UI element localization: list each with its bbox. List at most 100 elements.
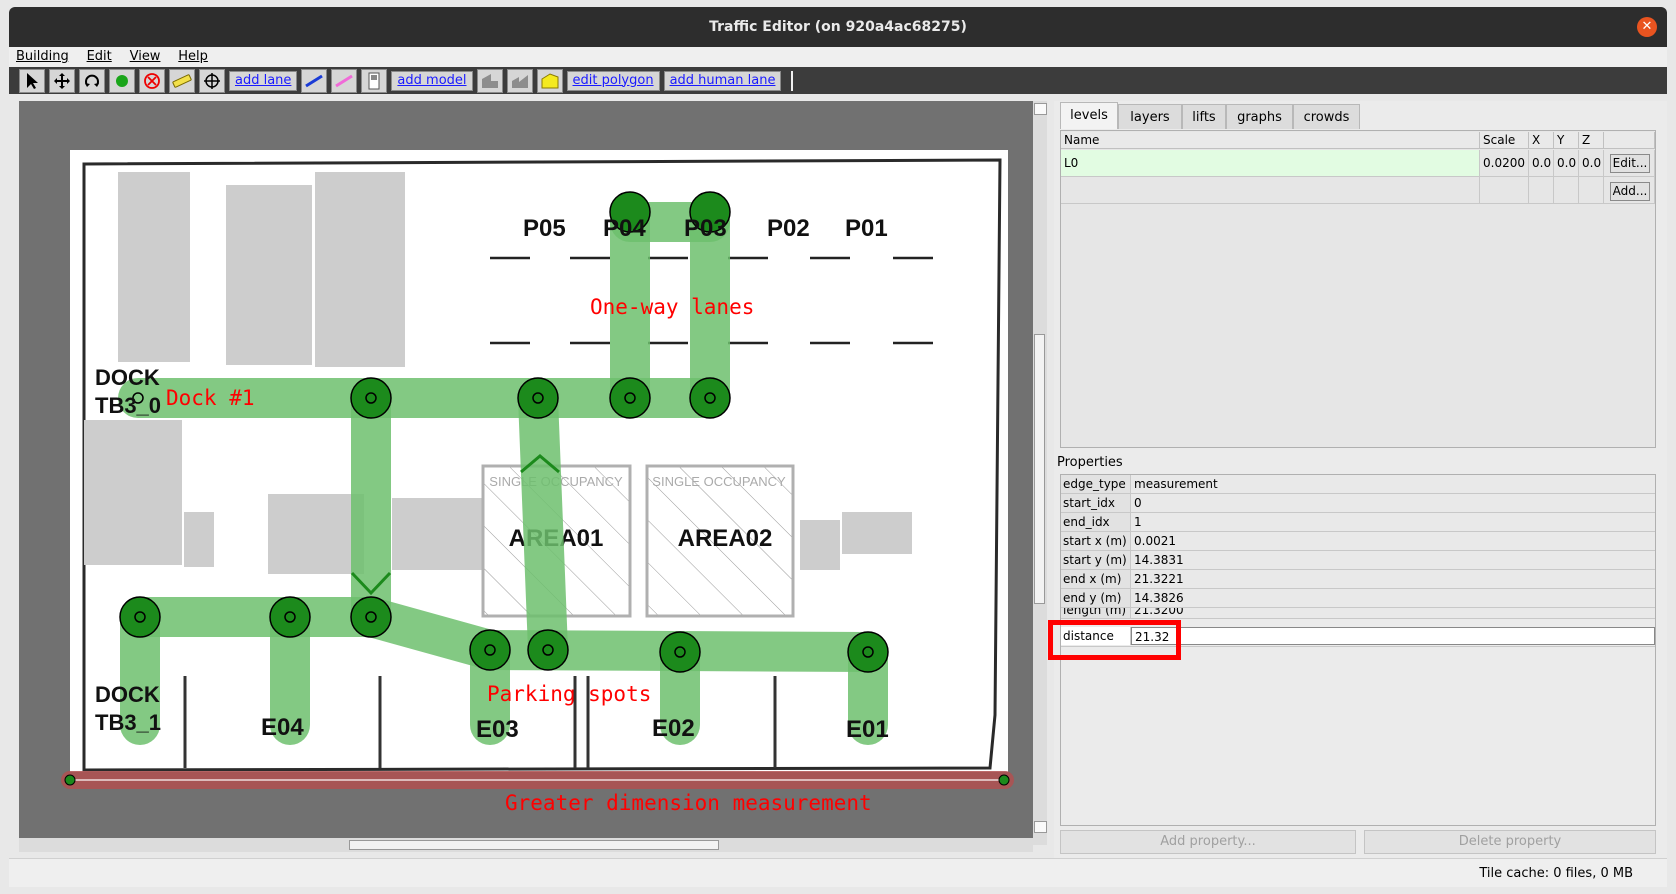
- delete-property-button[interactable]: Delete property: [1364, 830, 1656, 854]
- zone-icon[interactable]: [536, 68, 563, 93]
- measurement-start-vertex[interactable]: [64, 774, 76, 786]
- property-value[interactable]: 0: [1131, 494, 1655, 512]
- add-vertex-icon[interactable]: [109, 68, 135, 93]
- tab-graphs[interactable]: graphs: [1226, 104, 1293, 129]
- property-row[interactable]: length (m) 21.3200: [1061, 608, 1655, 619]
- label-e02: E02: [652, 715, 695, 742]
- map-canvas[interactable]: SINGLE OCCUPANCY SINGLE OCCUPANCY AREA01…: [19, 101, 1039, 845]
- property-value[interactable]: 14.3826: [1131, 589, 1655, 607]
- tab-crowds[interactable]: crowds: [1293, 104, 1360, 129]
- column-header-name[interactable]: Name: [1061, 132, 1480, 149]
- area02-caption: SINGLE OCCUPANCY: [652, 474, 786, 489]
- delete-icon[interactable]: [139, 68, 165, 93]
- property-row[interactable]: start_idx 0: [1061, 494, 1655, 513]
- close-window-button[interactable]: ✕: [1637, 17, 1657, 37]
- pink-lane-icon[interactable]: [331, 68, 358, 93]
- property-row[interactable]: end_idx 1: [1061, 513, 1655, 532]
- level-empty-cell: [1061, 177, 1480, 204]
- property-name: end x (m): [1061, 570, 1131, 588]
- property-name: start x (m): [1061, 532, 1131, 550]
- menu-help[interactable]: Help: [171, 47, 215, 67]
- menu-building[interactable]: Building: [9, 47, 76, 67]
- property-value[interactable]: measurement: [1131, 475, 1655, 493]
- scroll-down-arrow[interactable]: [1034, 821, 1047, 833]
- door-icon[interactable]: [361, 68, 388, 93]
- label-p02: P02: [767, 215, 810, 242]
- label-e01: E01: [846, 716, 889, 743]
- level-scale-cell: 0.0200: [1480, 150, 1529, 177]
- lane-vertical-middle: [518, 378, 568, 670]
- property-row[interactable]: start x (m) 0.0021: [1061, 532, 1655, 551]
- select-arrow-icon[interactable]: [19, 68, 45, 93]
- rotate-icon[interactable]: [79, 68, 105, 93]
- highlight-box: [1048, 620, 1181, 660]
- property-value-editor[interactable]: 21.32: [1131, 627, 1655, 645]
- measure-icon[interactable]: [169, 68, 195, 93]
- edit-polygon-button[interactable]: edit polygon: [566, 70, 660, 91]
- menu-bar: Building Edit View Help: [9, 47, 1667, 67]
- add-lane-button[interactable]: add lane: [229, 70, 298, 91]
- label-p05: P05: [523, 215, 566, 242]
- property-row[interactable]: end x (m) 21.3221: [1061, 570, 1655, 589]
- title-bar: Traffic Editor (on 920a4ac68275) ✕: [9, 7, 1667, 47]
- label-p01: P01: [845, 215, 888, 242]
- label-p03: P03: [684, 215, 727, 242]
- column-header-scale[interactable]: Scale: [1480, 132, 1529, 149]
- label-dock1-line2: TB3_1: [95, 710, 161, 735]
- measurement-end-vertex[interactable]: [998, 774, 1010, 786]
- property-name: length (m): [1061, 608, 1131, 618]
- building-map[interactable]: SINGLE OCCUPANCY SINGLE OCCUPANCY AREA01…: [19, 101, 1033, 837]
- property-name: edge_type: [1061, 475, 1131, 493]
- add-human-lane-button[interactable]: add human lane: [663, 70, 782, 91]
- wall-icon[interactable]: [476, 68, 503, 93]
- scroll-up-arrow[interactable]: [1034, 103, 1047, 115]
- property-row[interactable]: start y (m) 14.3831: [1061, 551, 1655, 570]
- column-header-x[interactable]: X: [1529, 132, 1554, 149]
- crosshair-icon[interactable]: [199, 68, 225, 93]
- label-e03: E03: [476, 716, 519, 743]
- add-model-button[interactable]: add model: [391, 70, 473, 91]
- tile-cache-status: Tile cache: 0 files, 0 MB: [1479, 866, 1633, 881]
- floor-icon[interactable]: [506, 68, 533, 93]
- property-value[interactable]: 0.0021: [1131, 532, 1655, 550]
- level-y-cell: 0.0: [1554, 150, 1579, 177]
- map-vertical-scrollbar[interactable]: [1033, 101, 1047, 845]
- status-bar: Tile cache: 0 files, 0 MB: [9, 858, 1667, 887]
- annotation-parking: Parking spots: [487, 682, 651, 706]
- level-empty-cell: [1579, 177, 1604, 204]
- add-property-button[interactable]: Add property...: [1060, 830, 1356, 854]
- label-e04: E04: [261, 714, 304, 741]
- property-row[interactable]: edge_type measurement: [1061, 475, 1655, 494]
- column-header-actions: [1604, 132, 1655, 149]
- label-dock0-line2: TB3_0: [95, 393, 161, 418]
- property-value[interactable]: 21.3200: [1131, 608, 1655, 618]
- property-value[interactable]: 21.3221: [1131, 570, 1655, 588]
- property-name: start_idx: [1061, 494, 1131, 512]
- edit-level-button[interactable]: Edit...: [1610, 154, 1650, 173]
- menu-edit[interactable]: Edit: [80, 47, 119, 67]
- property-value[interactable]: 14.3831: [1131, 551, 1655, 569]
- column-header-z[interactable]: Z: [1579, 132, 1604, 149]
- move-icon[interactable]: [49, 68, 75, 93]
- property-value[interactable]: 1: [1131, 513, 1655, 531]
- annotation-dock: Dock #1: [166, 386, 255, 410]
- blue-lane-icon[interactable]: [301, 68, 328, 93]
- window-title: Traffic Editor (on 920a4ac68275): [709, 19, 967, 35]
- level-name-cell[interactable]: L0: [1061, 150, 1480, 177]
- menu-view[interactable]: View: [123, 47, 168, 67]
- level-empty-cell: [1554, 177, 1579, 204]
- property-row[interactable]: end y (m) 14.3826: [1061, 589, 1655, 608]
- tab-lifts[interactable]: lifts: [1182, 104, 1226, 129]
- level-z-cell: 0.0: [1579, 150, 1604, 177]
- vertical-scroll-thumb[interactable]: [1034, 334, 1045, 604]
- column-header-y[interactable]: Y: [1554, 132, 1579, 149]
- annotation-measurement: Greater dimension measurement: [505, 791, 872, 815]
- level-empty-cell: [1480, 177, 1529, 204]
- map-horizontal-scrollbar[interactable]: [19, 838, 1033, 852]
- add-level-button[interactable]: Add...: [1610, 182, 1650, 201]
- level-x-cell: 0.0: [1529, 150, 1554, 177]
- tab-layers[interactable]: layers: [1118, 104, 1182, 129]
- horizontal-scroll-thumb[interactable]: [349, 840, 719, 850]
- tab-levels[interactable]: levels: [1060, 102, 1118, 129]
- property-name: start y (m): [1061, 551, 1131, 569]
